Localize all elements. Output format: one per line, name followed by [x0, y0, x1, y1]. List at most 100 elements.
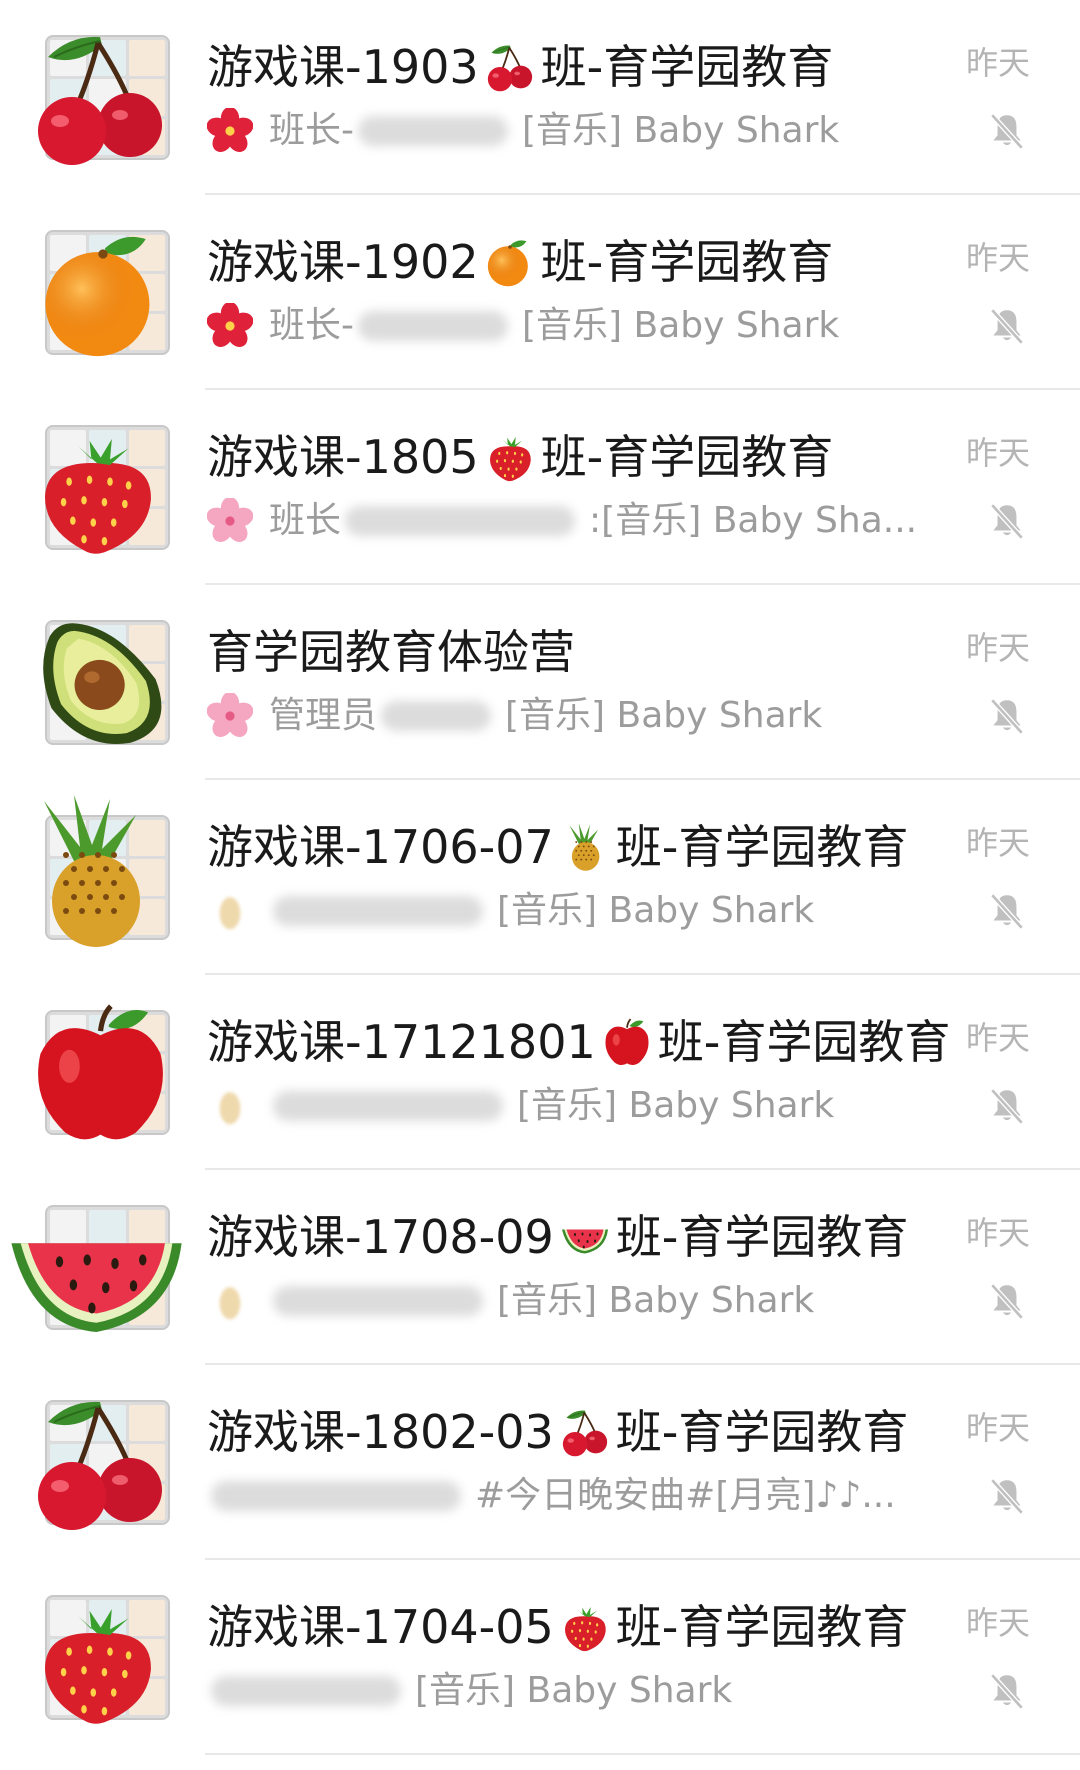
- mute-bell-icon: [986, 1280, 1028, 1322]
- chat-title: 游戏课-1902 班-育学园教育: [207, 233, 833, 291]
- blurred-icon: [207, 1083, 253, 1129]
- chat-preview: [音乐] Baby Shark: [207, 1668, 732, 1714]
- avocado-icon: [36, 613, 171, 753]
- sender-role: 班长: [269, 500, 342, 541]
- blurred-sender-name: [273, 1286, 483, 1316]
- blurred-sender-name: [358, 311, 508, 341]
- preview-message: [音乐] Baby Shark: [497, 1280, 815, 1321]
- chat-row[interactable]: 游戏课-1805 班-育学园教育 昨天 班长 : [音乐] Baby Sha..…: [0, 390, 1080, 585]
- chat-time: 昨天: [965, 44, 1030, 82]
- chat-row[interactable]: 游戏课-1903 班-育学园教育 昨天 班长- [音乐] Baby Shark: [0, 0, 1080, 195]
- chat-title: 游戏课-1805 班-育学园教育: [207, 428, 833, 486]
- mute-bell-icon: [986, 305, 1028, 347]
- chat-title-text: 游戏课-1903: [207, 40, 479, 94]
- chat-title-suffix: 班-育学园教育: [615, 1210, 909, 1264]
- strawberry-icon: [485, 430, 535, 484]
- apple-icon: [602, 1015, 652, 1069]
- chat-time: 昨天: [965, 824, 1030, 862]
- chat-title: 游戏课-1706-07 班-育学园教育: [207, 818, 908, 876]
- chat-title-suffix: 班-育学园教育: [540, 40, 834, 94]
- chat-row[interactable]: 育学园教育体验营 昨天 管理员 [音乐] Baby Shark: [0, 585, 1080, 780]
- strawberry-icon: [560, 1600, 610, 1654]
- mute-bell-icon: [986, 1475, 1028, 1517]
- chat-time: 昨天: [965, 1604, 1030, 1642]
- cherry-blossom-icon: [206, 496, 254, 544]
- preview-message: #今日晚安曲#[月亮]♪♪...: [475, 1475, 896, 1516]
- sender-role: 管理员: [269, 695, 378, 736]
- blurred-sender-name: [273, 896, 483, 926]
- sender-role: 班长-: [269, 110, 354, 151]
- strawberry-icon: [32, 1586, 162, 1736]
- cherry-icon: [30, 1387, 170, 1537]
- chat-time: 昨天: [965, 239, 1030, 277]
- chat-preview: 班长 : [音乐] Baby Sha...: [206, 496, 918, 544]
- mute-bell-icon: [986, 500, 1028, 542]
- chat-title-text: 育学园教育体验营: [207, 625, 575, 679]
- chat-row[interactable]: 游戏课-1704-05 班-育学园教育 昨天 [音乐] Baby Shark: [0, 1560, 1080, 1755]
- watermelon-icon: [560, 1210, 610, 1264]
- chat-preview: [音乐] Baby Shark: [207, 1278, 814, 1324]
- watermelon-icon: [4, 1206, 189, 1336]
- chat-preview: #今日晚安曲#[月亮]♪♪...: [207, 1473, 896, 1519]
- chat-row[interactable]: 游戏课-1706-07 班-育学园教育 昨天 [音乐] Baby Shark: [0, 780, 1080, 975]
- chat-row[interactable]: 游戏课-1902 班-育学园教育 昨天 班长- [音乐] Baby Shark: [0, 195, 1080, 390]
- chat-title: 游戏课-1903 班-育学园教育: [207, 38, 833, 96]
- blurred-sender-name: [358, 116, 508, 146]
- chat-time: 昨天: [965, 1409, 1030, 1447]
- chat-title: 游戏课-1802-03 班-育学园教育: [207, 1403, 908, 1461]
- preview-message: [音乐] Baby Shark: [522, 110, 840, 151]
- chat-time: 昨天: [965, 1214, 1030, 1252]
- chat-preview: [音乐] Baby Shark: [207, 1083, 834, 1129]
- cherry-icon: [560, 1405, 610, 1459]
- chat-title-suffix: 班-育学园教育: [657, 1015, 951, 1069]
- apple-icon: [28, 995, 173, 1150]
- chat-title-text: 游戏课-1802-03: [207, 1405, 554, 1459]
- mute-bell-icon: [986, 110, 1028, 152]
- cherry-icon: [485, 40, 535, 94]
- chat-preview: 班长- [音乐] Baby Shark: [206, 106, 840, 154]
- mute-bell-icon: [986, 890, 1028, 932]
- preview-message: [音乐] Baby Shark: [505, 695, 823, 736]
- orange-icon: [485, 235, 535, 289]
- strawberry-icon: [32, 416, 162, 566]
- blurred-sender-name: [381, 701, 492, 731]
- preview-separator: :: [589, 500, 602, 541]
- chat-preview: 班长- [音乐] Baby Shark: [206, 301, 840, 349]
- chat-time: 昨天: [965, 434, 1030, 472]
- chat-title-suffix: 班-育学园教育: [615, 820, 909, 874]
- chat-title: 游戏课-1708-09 班-育学园教育: [207, 1208, 908, 1266]
- preview-message: [音乐] Baby Shark: [415, 1670, 733, 1711]
- preview-message: [音乐] Baby Shark: [517, 1085, 835, 1126]
- blurred-sender-name: [211, 1676, 401, 1706]
- mute-bell-icon: [986, 1085, 1028, 1127]
- pineapple-icon: [560, 820, 610, 874]
- chat-row[interactable]: 游戏课-17121801 班-育学园教育 昨天 [音乐] Baby Shark: [0, 975, 1080, 1170]
- chat-title: 游戏课-1704-05 班-育学园教育: [207, 1598, 908, 1656]
- chat-title-text: 游戏课-17121801: [207, 1015, 596, 1069]
- chat-title-suffix: 班-育学园教育: [615, 1405, 909, 1459]
- preview-message: [音乐] Baby Sha...: [601, 500, 918, 541]
- chat-title-suffix: 班-育学园教育: [540, 430, 834, 484]
- hibiscus-icon: [206, 106, 254, 154]
- sender-role: 班长-: [269, 305, 354, 346]
- chat-preview: [音乐] Baby Shark: [207, 888, 814, 934]
- blurred-sender-name: [211, 1481, 461, 1511]
- chat-title-text: 游戏课-1902: [207, 235, 479, 289]
- chat-preview: 管理员 [音乐] Baby Shark: [206, 691, 823, 739]
- pineapple-icon: [14, 786, 174, 956]
- chat-title-text: 游戏课-1708-09: [207, 1210, 554, 1264]
- chat-row[interactable]: 游戏课-1802-03 班-育学园教育 昨天 #今日晚安曲#[月亮]♪♪...: [0, 1365, 1080, 1560]
- blurred-icon: [207, 1278, 253, 1324]
- row-divider: [205, 1753, 1080, 1755]
- chat-title-text: 游戏课-1704-05: [207, 1600, 554, 1654]
- cherry-icon: [30, 22, 170, 172]
- preview-message: [音乐] Baby Shark: [522, 305, 840, 346]
- chat-time: 昨天: [965, 629, 1030, 667]
- chat-title: 游戏课-17121801 班-育学园教育: [207, 1013, 950, 1071]
- chat-title-text: 游戏课-1805: [207, 430, 479, 484]
- chat-title-suffix: 班-育学园教育: [540, 235, 834, 289]
- orange-icon: [38, 223, 168, 363]
- chat-list: 游戏课-1903 班-育学园教育 昨天 班长- [音乐] Baby Shark …: [0, 0, 1080, 1770]
- chat-row[interactable]: 游戏课-1708-09 班-育学园教育 昨天 [音乐] Baby Shark: [0, 1170, 1080, 1365]
- blurred-sender-name: [345, 506, 576, 536]
